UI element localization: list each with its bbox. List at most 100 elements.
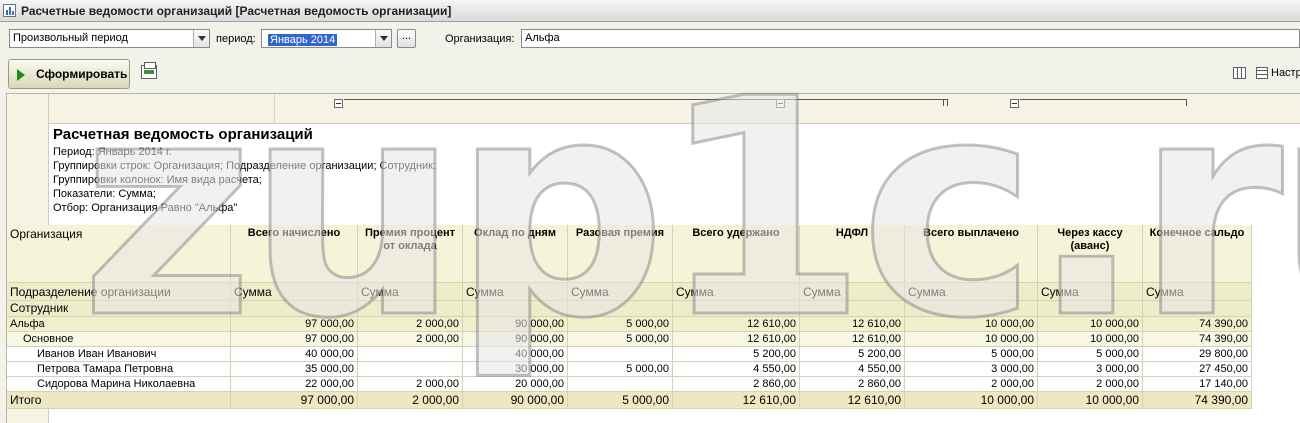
collapse-icon[interactable] bbox=[334, 99, 343, 108]
column-header: Разовая премия bbox=[568, 225, 673, 283]
report-filter: Отбор: Организация Равно "Альфа" bbox=[53, 202, 238, 214]
table-cell: 5 000,00 bbox=[568, 332, 673, 347]
column-grouping-gutter bbox=[7, 94, 1300, 124]
column-measure: Сумма bbox=[463, 283, 568, 301]
table-cell: 40 000,00 bbox=[463, 347, 568, 362]
collapse-icon[interactable] bbox=[776, 99, 785, 108]
table-cell bbox=[358, 347, 463, 362]
total-cell: 90 000,00 bbox=[463, 392, 568, 409]
app-window: Расчетные ведомости организаций [Расчетн… bbox=[0, 0, 1300, 423]
column-header: Через кассу (аванс) bbox=[1038, 225, 1143, 283]
title-bar: Расчетные ведомости организаций [Расчетн… bbox=[0, 0, 1300, 22]
total-row-label: Итого bbox=[7, 392, 231, 409]
column-header: Всего начислено bbox=[231, 225, 358, 283]
table-cell: 3 000,00 bbox=[1038, 362, 1143, 377]
report-column-groupings: Группировки колонок: Имя вида расчета; bbox=[53, 174, 262, 186]
generate-button[interactable]: Сформировать bbox=[8, 59, 130, 89]
column-measure: Сумма bbox=[905, 283, 1038, 301]
table-cell: 5 000,00 bbox=[1038, 347, 1143, 362]
report-indicators: Показатели: Сумма; bbox=[53, 188, 156, 200]
report-area: Расчетная ведомость организаций Период: … bbox=[6, 93, 1300, 423]
table-cell: 2 000,00 bbox=[905, 377, 1038, 392]
table-row-name: Петрова Тамара Петровна bbox=[7, 362, 231, 377]
column-header: Премия процент от оклада bbox=[358, 225, 463, 283]
period-type-select[interactable]: Произвольный период bbox=[9, 29, 210, 48]
table-cell: 30 000,00 bbox=[463, 362, 568, 377]
column-measure-filler bbox=[1143, 301, 1252, 317]
table-cell: 74 390,00 bbox=[1143, 332, 1252, 347]
column-measure: Сумма bbox=[800, 283, 905, 301]
table-cell: 22 000,00 bbox=[231, 377, 358, 392]
column-measure: Сумма bbox=[1143, 283, 1252, 301]
table-cell: 17 140,00 bbox=[1143, 377, 1252, 392]
column-measure-filler bbox=[673, 301, 800, 317]
chevron-down-icon[interactable] bbox=[193, 30, 209, 47]
table-cell: 12 610,00 bbox=[800, 332, 905, 347]
column-header: Оклад по дням bbox=[463, 225, 568, 283]
total-cell: 10 000,00 bbox=[1038, 392, 1143, 409]
table-cell: 5 000,00 bbox=[568, 362, 673, 377]
total-cell: 12 610,00 bbox=[673, 392, 800, 409]
total-cell: 2 000,00 bbox=[358, 392, 463, 409]
column-measure-filler bbox=[1038, 301, 1143, 317]
total-cell: 97 000,00 bbox=[231, 392, 358, 409]
total-cell: 74 390,00 bbox=[1143, 392, 1252, 409]
table-cell: 10 000,00 bbox=[905, 317, 1038, 332]
list-view-icon[interactable] bbox=[1256, 67, 1268, 79]
row-header-department: Подразделение организации bbox=[7, 283, 231, 301]
table-cell: 10 000,00 bbox=[1038, 317, 1143, 332]
organization-label: Организация: bbox=[445, 33, 515, 45]
table-cell: 4 550,00 bbox=[800, 362, 905, 377]
table-cell: 5 000,00 bbox=[905, 347, 1038, 362]
total-cell: 5 000,00 bbox=[568, 392, 673, 409]
column-measure: Сумма bbox=[1038, 283, 1143, 301]
report-row-groupings: Группировки строк: Организация; Подразде… bbox=[53, 160, 437, 172]
period-label: период: bbox=[216, 33, 256, 45]
report-icon bbox=[3, 4, 16, 17]
column-measure: Сумма bbox=[673, 283, 800, 301]
settings-button[interactable]: Настр bbox=[1271, 67, 1300, 79]
chevron-down-icon[interactable] bbox=[375, 30, 391, 47]
table-cell: 27 450,00 bbox=[1143, 362, 1252, 377]
table-cell: 10 000,00 bbox=[1038, 332, 1143, 347]
row-header-organization: Организация bbox=[7, 225, 231, 283]
period-select[interactable]: Январь 2014 bbox=[261, 29, 392, 48]
column-measure-filler bbox=[905, 301, 1038, 317]
print-icon[interactable] bbox=[141, 62, 157, 79]
table-cell: 2 860,00 bbox=[673, 377, 800, 392]
table-cell: 40 000,00 bbox=[231, 347, 358, 362]
table-cell: 97 000,00 bbox=[231, 317, 358, 332]
table-cell: 5 200,00 bbox=[800, 347, 905, 362]
table-cell: 20 000,00 bbox=[463, 377, 568, 392]
table-row-name: Сидорова Марина Николаевна bbox=[7, 377, 231, 392]
report-title: Расчетная ведомость организаций bbox=[53, 126, 313, 143]
collapse-icon[interactable] bbox=[1010, 99, 1019, 108]
table-cell: 12 610,00 bbox=[673, 317, 800, 332]
column-measure-filler bbox=[800, 301, 905, 317]
column-header: Всего удержано bbox=[673, 225, 800, 283]
organization-field[interactable]: Альфа bbox=[521, 29, 1300, 48]
table-cell: 74 390,00 bbox=[1143, 317, 1252, 332]
table-cell: 5 000,00 bbox=[568, 317, 673, 332]
table-row-name: Основное bbox=[7, 332, 231, 347]
column-header: Конечное сальдо bbox=[1143, 225, 1252, 283]
period-type-value: Произвольный период bbox=[13, 32, 128, 44]
column-header: НДФЛ bbox=[800, 225, 905, 283]
period-choose-button[interactable]: ... bbox=[397, 29, 416, 48]
table-cell: 97 000,00 bbox=[231, 332, 358, 347]
column-measure: Сумма bbox=[358, 283, 463, 301]
table-cell: 12 610,00 bbox=[800, 317, 905, 332]
table-row-name: Иванов Иван Иванович bbox=[7, 347, 231, 362]
table-cell: 12 610,00 bbox=[673, 332, 800, 347]
period-value: Январь 2014 bbox=[268, 34, 338, 46]
table-cell: 2 000,00 bbox=[358, 332, 463, 347]
table-cell: 90 000,00 bbox=[463, 332, 568, 347]
table-cell: 10 000,00 bbox=[905, 332, 1038, 347]
column-measure: Сумма bbox=[568, 283, 673, 301]
column-measure-filler bbox=[231, 301, 358, 317]
table-view-icon[interactable] bbox=[1233, 67, 1246, 79]
table-cell: 90 000,00 bbox=[463, 317, 568, 332]
table-cell: 4 550,00 bbox=[673, 362, 800, 377]
table-cell: 35 000,00 bbox=[231, 362, 358, 377]
table-cell: 2 000,00 bbox=[358, 377, 463, 392]
